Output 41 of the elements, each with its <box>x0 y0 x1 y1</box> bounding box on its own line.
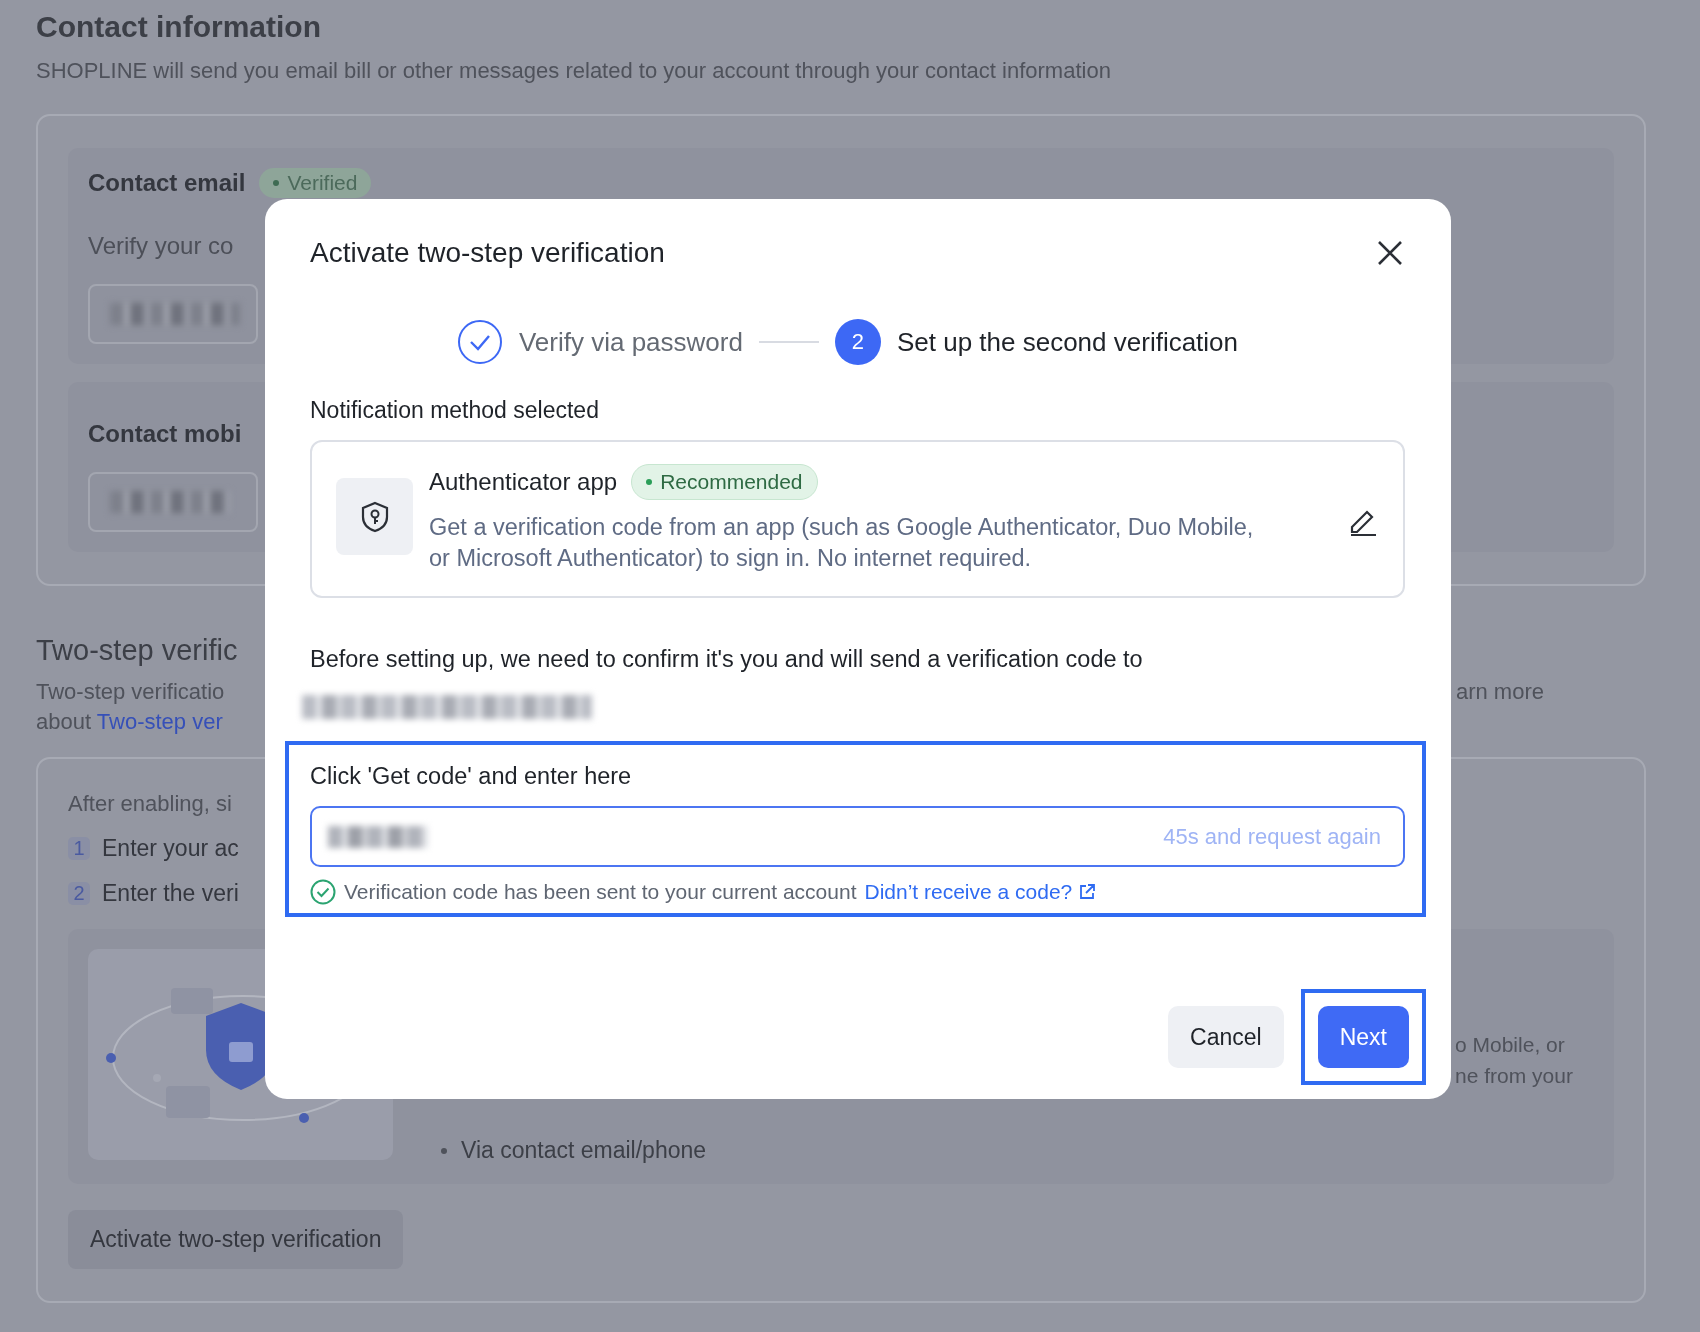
field-hint: Verify your co <box>88 232 234 260</box>
check-circle-icon <box>310 879 336 905</box>
section-title: Two-step verific <box>36 634 238 667</box>
section-title: Contact information <box>36 9 321 44</box>
external-link-icon <box>1078 883 1097 901</box>
step-text: Enter your ac <box>102 835 239 862</box>
field-label: Contact email <box>88 169 246 197</box>
cancel-button[interactable]: Cancel <box>1168 1006 1284 1068</box>
help-link[interactable]: Didn’t receive a code? <box>864 880 1097 904</box>
status-badge: Verified <box>259 168 372 198</box>
next-button[interactable]: Next <box>1317 1006 1409 1068</box>
description-fragment: arn more <box>1455 679 1544 705</box>
recommended-badge: Recommended <box>631 464 818 500</box>
field-label: Click 'Get code' and enter here <box>310 763 633 790</box>
section-label: Notification method selected <box>310 397 600 424</box>
step-number: 2 <box>834 319 881 365</box>
activate-button[interactable]: Activate two-step verification <box>68 1210 404 1269</box>
bullet-icon <box>441 1147 447 1154</box>
step-label: Verify via password <box>518 326 743 358</box>
email-field[interactable] <box>88 284 258 344</box>
step-label: Set up the second verification <box>896 326 1239 358</box>
mobile-field[interactable] <box>88 472 258 532</box>
description-fragment: o Mobile, or <box>1455 1032 1566 1058</box>
description-fragment: ne from your <box>1455 1063 1574 1089</box>
description-line: about Two-step ver <box>36 709 223 735</box>
countdown-text: 45s and request again <box>1163 823 1381 850</box>
help-link[interactable]: Two-step ver <box>96 709 223 734</box>
step-text: Enter the veri <box>102 880 239 907</box>
field-label: Contact mobi <box>88 420 242 448</box>
section-description: Two-step verificatio <box>36 679 225 705</box>
confirm-text: Before setting up, we need to confirm it's you and will send a verification code to <box>310 646 1144 673</box>
section-description: SHOPLINE will send you email bill or other messages related to your account through your contact information <box>36 58 1111 84</box>
step-number: 1 <box>68 837 90 860</box>
dialog-title: Activate two-step verification <box>310 237 665 269</box>
intro-text: After enabling, si <box>68 791 232 817</box>
method-description: Get a verification code from an app (such as Google Authenticator, Duo Mobile, or Microsoft Authenticator) to sign in. No internet required. <box>429 513 1255 573</box>
method-name: Authenticator app <box>429 468 618 496</box>
shield-key-icon <box>336 478 413 555</box>
step-number: 2 <box>68 882 90 905</box>
list-item: Via contact email/phone <box>461 1137 707 1164</box>
status-message: Verification code has been sent to your current account Didn’t receive a code? <box>344 880 1097 904</box>
